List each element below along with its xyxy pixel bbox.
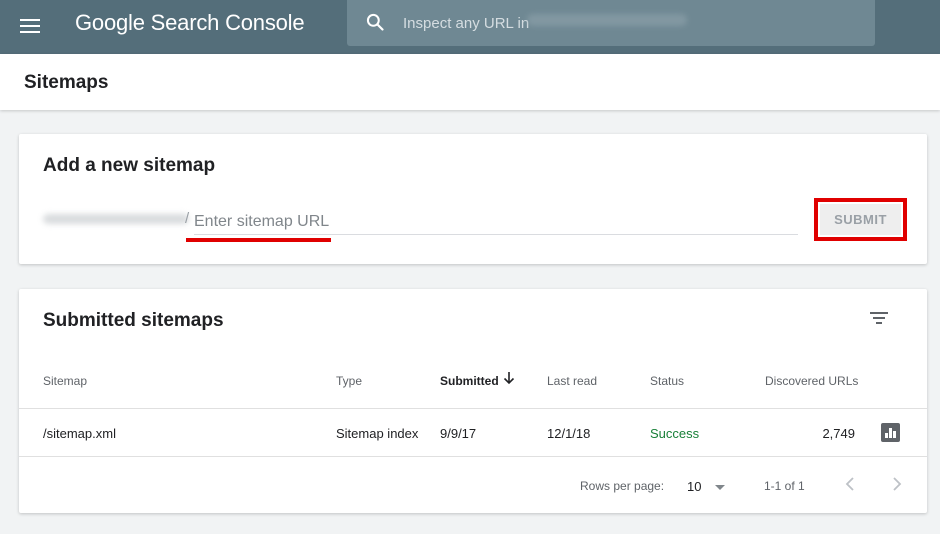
arrow-down-icon[interactable] xyxy=(503,371,515,385)
sitemap-url-input[interactable] xyxy=(194,209,798,235)
search-icon[interactable] xyxy=(365,12,385,32)
submit-button[interactable]: SUBMIT xyxy=(820,204,901,235)
dropdown-icon xyxy=(715,485,725,490)
column-header-status[interactable]: Status xyxy=(650,374,684,388)
rows-per-page-select[interactable]: 10 xyxy=(687,477,731,495)
column-header-discovered-urls[interactable]: Discovered URLs xyxy=(765,374,858,388)
column-header-last-read[interactable]: Last read xyxy=(547,374,597,388)
chevron-left-icon[interactable] xyxy=(842,475,860,493)
bar-chart-icon[interactable] xyxy=(881,423,900,442)
add-sitemap-card: Add a new sitemap / SUBMIT xyxy=(19,134,927,264)
cell-submitted: 9/9/17 xyxy=(440,426,477,441)
cell-status: Success xyxy=(650,426,700,441)
redacted-property-url xyxy=(43,214,189,224)
pagination-range: 1-1 of 1 xyxy=(764,479,805,493)
column-header-type[interactable]: Type xyxy=(336,374,362,388)
submitted-sitemaps-heading: Submitted sitemaps xyxy=(43,310,224,331)
rows-per-page-label: Rows per page: xyxy=(580,479,665,493)
input-highlight-underline xyxy=(186,238,331,242)
cell-discovered-urls: 2,749 xyxy=(822,426,855,441)
page-title: Sitemaps xyxy=(24,72,109,93)
rows-per-page-value: 10 xyxy=(687,479,702,494)
column-header-submitted[interactable]: Submitted xyxy=(440,374,499,388)
row-divider xyxy=(19,456,927,457)
page-header: Sitemaps xyxy=(0,54,940,110)
cell-last-read: 12/1/18 xyxy=(547,426,591,441)
add-sitemap-heading: Add a new sitemap xyxy=(43,155,216,176)
top-app-bar: Google Search Console xyxy=(0,0,940,54)
product-logo[interactable]: Google Search Console xyxy=(75,10,305,36)
url-inspection-search[interactable] xyxy=(347,0,875,46)
header-divider xyxy=(19,408,927,409)
submitted-sitemaps-card: Submitted sitemaps Sitemap Type Submitte… xyxy=(19,289,927,513)
column-header-sitemap[interactable]: Sitemap xyxy=(43,374,87,388)
cell-type: Sitemap index xyxy=(336,426,419,441)
menu-icon[interactable] xyxy=(20,14,42,34)
url-path-separator: / xyxy=(185,210,190,227)
redacted-domain xyxy=(527,14,687,26)
cell-sitemap: /sitemap.xml xyxy=(43,426,116,441)
chevron-right-icon[interactable] xyxy=(887,475,905,493)
filter-icon[interactable] xyxy=(868,309,890,327)
